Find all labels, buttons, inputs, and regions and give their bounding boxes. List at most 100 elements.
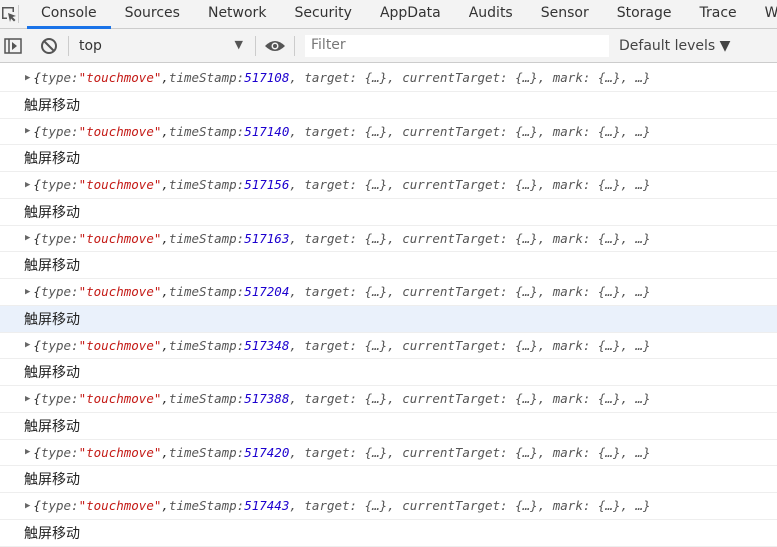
log-object-row[interactable]: ▶{type: "touchmove", timeStamp: 517348, … bbox=[0, 333, 777, 360]
log-text-row: 触屏移动 bbox=[0, 520, 777, 547]
key: type: bbox=[40, 498, 79, 514]
type-value: "touchmove" bbox=[78, 391, 162, 407]
context-select[interactable]: top ▼ bbox=[75, 38, 249, 54]
key: timeStamp: bbox=[168, 70, 245, 86]
rest: , target: {…}, currentTarget: {…}, mark:… bbox=[289, 230, 651, 246]
tab-security[interactable]: Security bbox=[280, 0, 366, 29]
sidebar-icon bbox=[4, 37, 22, 54]
rest: , target: {…}, currentTarget: {…}, mark:… bbox=[289, 498, 651, 514]
eye-icon bbox=[265, 40, 285, 51]
inspect-icon bbox=[2, 7, 16, 22]
timestamp-value: 517140 bbox=[244, 123, 290, 139]
key: type: bbox=[40, 177, 79, 193]
tab-storage[interactable]: Storage bbox=[603, 0, 686, 29]
log-object-row[interactable]: ▶{type: "touchmove", timeStamp: 517140, … bbox=[0, 119, 777, 146]
expand-triangle-icon[interactable]: ▶ bbox=[25, 126, 30, 136]
type-value: "touchmove" bbox=[78, 444, 162, 460]
type-value: "touchmove" bbox=[78, 498, 162, 514]
type-value: "touchmove" bbox=[78, 230, 162, 246]
log-object-row[interactable]: ▶{type: "touchmove", timeStamp: 517443, … bbox=[0, 493, 777, 520]
filter-input[interactable]: Filter bbox=[305, 34, 609, 57]
timestamp-value: 517204 bbox=[244, 284, 290, 300]
divider bbox=[255, 35, 256, 56]
key: timeStamp: bbox=[168, 177, 245, 193]
timestamp-value: 517156 bbox=[244, 177, 290, 193]
log-levels-dropdown[interactable]: Default levels ▼ bbox=[619, 38, 730, 54]
rest: , target: {…}, currentTarget: {…}, mark:… bbox=[289, 337, 651, 353]
key: timeStamp: bbox=[168, 123, 245, 139]
log-object-row[interactable]: ▶{type: "touchmove", timeStamp: 517108, … bbox=[0, 65, 777, 92]
log-object-row[interactable]: ▶{type: "touchmove", timeStamp: 517163, … bbox=[0, 226, 777, 253]
timestamp-value: 517420 bbox=[244, 444, 290, 460]
sidebar-toggle-button[interactable] bbox=[0, 29, 26, 63]
divider bbox=[294, 35, 295, 56]
tab-w[interactable]: W bbox=[751, 0, 777, 29]
log-object-row[interactable]: ▶{type: "touchmove", timeStamp: 517388, … bbox=[0, 386, 777, 413]
expand-triangle-icon[interactable]: ▶ bbox=[25, 233, 30, 243]
type-value: "touchmove" bbox=[78, 337, 162, 353]
expand-triangle-icon[interactable]: ▶ bbox=[25, 180, 30, 190]
timestamp-value: 517443 bbox=[244, 498, 290, 514]
key: timeStamp: bbox=[168, 444, 245, 460]
key: type: bbox=[40, 123, 79, 139]
timestamp-value: 517348 bbox=[244, 337, 290, 353]
tab-sensor[interactable]: Sensor bbox=[527, 0, 603, 29]
key: type: bbox=[40, 284, 79, 300]
type-value: "touchmove" bbox=[78, 284, 162, 300]
log-text-row: 触屏移动 bbox=[0, 199, 777, 226]
rest: , target: {…}, currentTarget: {…}, mark:… bbox=[289, 177, 651, 193]
rest: , target: {…}, currentTarget: {…}, mark:… bbox=[289, 444, 651, 460]
divider bbox=[68, 35, 69, 56]
key: type: bbox=[40, 230, 79, 246]
timestamp-value: 517163 bbox=[244, 230, 290, 246]
key: timeStamp: bbox=[168, 337, 245, 353]
log-text-row: 触屏移动 bbox=[0, 145, 777, 172]
timestamp-value: 517388 bbox=[244, 391, 290, 407]
log-text-row: 触屏移动 bbox=[0, 466, 777, 493]
key: timeStamp: bbox=[168, 498, 245, 514]
filter-placeholder: Filter bbox=[311, 36, 346, 53]
panel-tabs: Console Sources Network Security AppData Audi… bbox=[0, 0, 777, 29]
tab-sources[interactable]: Sources bbox=[111, 0, 194, 29]
key: type: bbox=[40, 70, 79, 86]
rest: , target: {…}, currentTarget: {…}, mark:… bbox=[289, 123, 651, 139]
key: type: bbox=[40, 391, 79, 407]
clear-console-button[interactable] bbox=[36, 29, 62, 63]
key: timeStamp: bbox=[168, 230, 245, 246]
console-log: ▶{type: "touchmove", timeStamp: 517108, … bbox=[0, 63, 777, 547]
expand-triangle-icon[interactable]: ▶ bbox=[25, 340, 30, 350]
console-toolbar: top ▼ Filter Default levels ▼ bbox=[0, 29, 777, 63]
expand-triangle-icon[interactable]: ▶ bbox=[25, 501, 30, 511]
context-value: top bbox=[79, 37, 102, 54]
expand-triangle-icon[interactable]: ▶ bbox=[25, 73, 30, 83]
timestamp-value: 517108 bbox=[244, 70, 290, 86]
block-icon bbox=[41, 37, 57, 54]
expand-triangle-icon[interactable]: ▶ bbox=[25, 447, 30, 457]
log-object-row[interactable]: ▶{type: "touchmove", timeStamp: 517204, … bbox=[0, 279, 777, 306]
key: timeStamp: bbox=[168, 284, 245, 300]
tab-appdata[interactable]: AppData bbox=[366, 0, 455, 29]
chevron-down-icon: ▼ bbox=[234, 37, 243, 51]
log-text-row: 触屏移动 bbox=[0, 413, 777, 440]
log-text-row: 触屏移动 bbox=[0, 359, 777, 386]
live-expression-button[interactable] bbox=[262, 29, 288, 63]
log-object-row[interactable]: ▶{type: "touchmove", timeStamp: 517156, … bbox=[0, 172, 777, 199]
inspect-element-button[interactable] bbox=[0, 5, 19, 23]
type-value: "touchmove" bbox=[78, 70, 162, 86]
expand-triangle-icon[interactable]: ▶ bbox=[25, 394, 30, 404]
log-object-row[interactable]: ▶{type: "touchmove", timeStamp: 517420, … bbox=[0, 440, 777, 467]
tab-console[interactable]: Console bbox=[27, 0, 111, 29]
log-text-row: 触屏移动 bbox=[0, 252, 777, 279]
log-text-row: 触屏移动 bbox=[0, 92, 777, 119]
log-text-row: 触屏移动 bbox=[0, 305, 777, 333]
tab-network[interactable]: Network bbox=[194, 0, 280, 29]
rest: , target: {…}, currentTarget: {…}, mark:… bbox=[289, 391, 651, 407]
key: type: bbox=[40, 444, 79, 460]
type-value: "touchmove" bbox=[78, 123, 162, 139]
tab-audits[interactable]: Audits bbox=[455, 0, 527, 29]
rest: , target: {…}, currentTarget: {…}, mark:… bbox=[289, 284, 651, 300]
rest: , target: {…}, currentTarget: {…}, mark:… bbox=[289, 70, 651, 86]
key: type: bbox=[40, 337, 79, 353]
expand-triangle-icon[interactable]: ▶ bbox=[25, 287, 30, 297]
tab-trace[interactable]: Trace bbox=[686, 0, 751, 29]
